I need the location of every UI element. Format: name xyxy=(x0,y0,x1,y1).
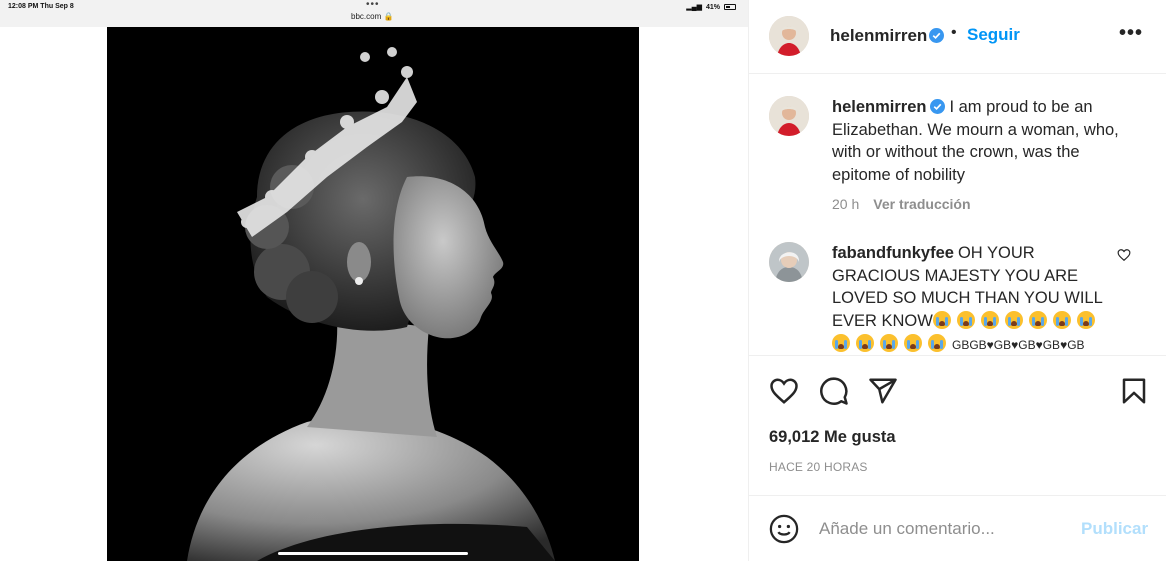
ipad-url: bbc.com 🔒 xyxy=(351,12,394,21)
likes-count[interactable]: 69,012 Me gusta xyxy=(769,428,896,447)
like-comment-heart-icon[interactable] xyxy=(1117,248,1131,262)
comment-input[interactable] xyxy=(819,516,1069,542)
heart-icon[interactable] xyxy=(769,376,799,406)
ipad-dots: ••• xyxy=(366,0,380,10)
comments-section[interactable]: helenmirren I am proud to be an Elizabeth… xyxy=(749,74,1166,356)
caption-text-block: helenmirren I am proud to be an Elizabeth… xyxy=(832,96,1122,187)
ipad-battery: ▂▄▆ 41% xyxy=(686,3,736,11)
avatar[interactable] xyxy=(769,96,809,136)
comment-text-block: fabandfunkyfee OH YOUR GRACIOUS MAJESTY Y… xyxy=(832,242,1122,355)
publish-button[interactable]: Publicar xyxy=(1081,519,1148,539)
battery-label: 41% xyxy=(705,3,720,11)
ipad-status-bar: 12:08 PM Thu Sep 8 ••• bbc.com 🔒 ▂▄▆ 41% xyxy=(0,0,748,27)
ipad-home-indicator xyxy=(278,552,468,555)
post-time[interactable]: HACE 20 HORAS xyxy=(769,460,868,474)
comment-icon[interactable] xyxy=(819,376,849,406)
share-icon[interactable] xyxy=(868,376,898,406)
portrait-illustration xyxy=(107,27,639,561)
avatar[interactable] xyxy=(769,242,809,282)
bookmark-icon[interactable] xyxy=(1119,376,1149,406)
header-bullet: • xyxy=(951,24,957,41)
header-username[interactable]: helenmirren xyxy=(830,26,927,46)
post-media[interactable]: 12:08 PM Thu Sep 8 ••• bbc.com 🔒 ▂▄▆ 41% xyxy=(0,0,748,561)
post-sidebar: helenmirren • Seguir ••• helenmirren I a… xyxy=(748,0,1166,561)
comment-tail: GBGB♥GB♥GB♥GB♥GB xyxy=(952,337,1085,352)
more-options-icon[interactable]: ••• xyxy=(1119,22,1143,45)
instagram-post: 12:08 PM Thu Sep 8 ••• bbc.com 🔒 ▂▄▆ 41% xyxy=(0,0,1166,561)
caption-meta: 20 h Ver traducción xyxy=(832,196,971,212)
caption-time[interactable]: 20 h xyxy=(832,196,859,212)
queen-portrait-photo xyxy=(107,27,639,561)
avatar[interactable] xyxy=(769,16,809,56)
translate-button[interactable]: Ver traducción xyxy=(873,196,970,212)
ipad-time: 12:08 PM Thu Sep 8 xyxy=(8,3,74,10)
verified-badge-icon xyxy=(929,28,944,43)
avatar-image xyxy=(769,16,809,56)
signal-icon: ▂▄▆ xyxy=(686,4,702,11)
avatar-image xyxy=(769,242,809,282)
verified-badge-icon xyxy=(930,99,946,114)
post-header: helenmirren • Seguir ••• xyxy=(749,0,1166,74)
emoji-icon[interactable] xyxy=(769,514,799,544)
avatar-image xyxy=(769,96,809,136)
caption-username[interactable]: helenmirren xyxy=(832,98,926,116)
battery-icon xyxy=(724,4,736,10)
add-comment-bar: Publicar xyxy=(749,496,1166,561)
follow-button[interactable]: Seguir xyxy=(967,25,1020,45)
post-actions: 69,012 Me gusta HACE 20 HORAS xyxy=(749,356,1166,496)
comment-username[interactable]: fabandfunkyfee xyxy=(832,244,954,262)
